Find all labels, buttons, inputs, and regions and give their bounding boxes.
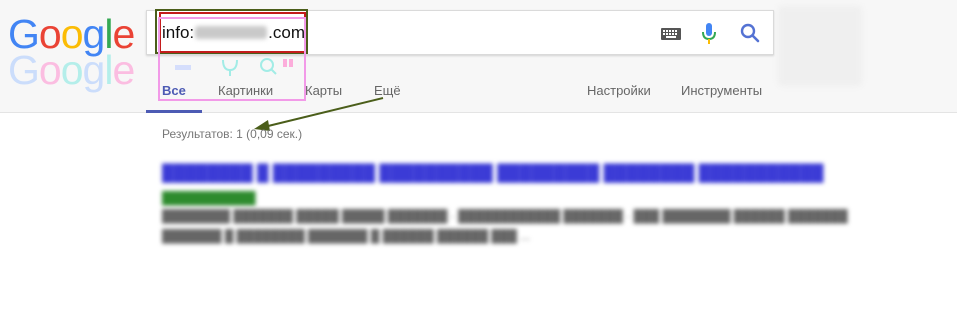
search-icon[interactable] (739, 22, 761, 44)
result-url: ███████████ (162, 191, 256, 205)
tab-tools[interactable]: Инструменты (681, 83, 762, 98)
tab-settings[interactable]: Настройки (587, 83, 651, 98)
result-stats: Результатов: 1 (0,09 сек.) (162, 127, 303, 141)
result-snippet-line: ███████ █ ████████ ███████ █ ██████ ████… (162, 229, 531, 243)
logo-ghost-artifact: Google (8, 47, 135, 93)
active-tab-indicator (146, 110, 202, 113)
result-snippet-line: ████████ ███████ █████ █████ ███████ · █… (162, 209, 848, 223)
microphone-icon[interactable] (701, 22, 717, 46)
result-title-link[interactable]: ████████ █ █████████ ██████████ ████████… (162, 165, 823, 183)
blurred-thumbnail (778, 6, 862, 86)
tab-all[interactable]: Все (162, 83, 186, 98)
keyboard-icon[interactable] (661, 28, 681, 40)
ghost-icons-artifact (175, 58, 293, 76)
